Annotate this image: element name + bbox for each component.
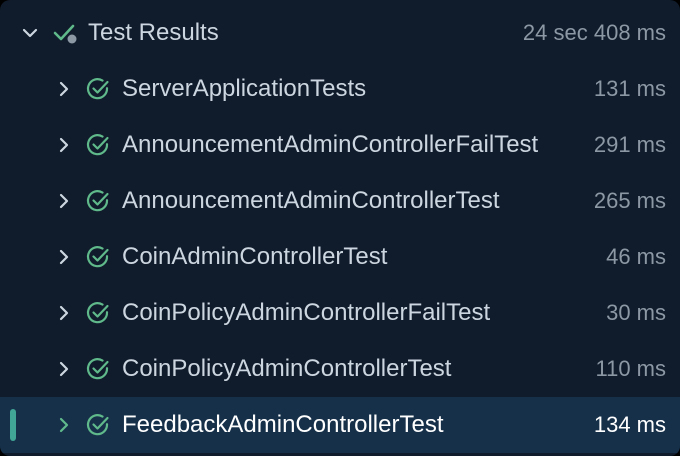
test-duration: 110 ms <box>595 356 666 381</box>
test-class-name: FeedbackAdminControllerTest <box>122 411 444 438</box>
test-class-row[interactable]: ServerApplicationTests 131 ms <box>0 61 680 117</box>
test-class-name: ServerApplicationTests <box>122 75 367 102</box>
chevron-down-icon[interactable] <box>18 21 42 45</box>
chevron-right-icon[interactable] <box>52 189 76 213</box>
test-duration: 131 ms <box>593 76 666 101</box>
test-results-title: Test Results <box>88 19 219 46</box>
chevron-right-icon[interactable] <box>52 245 76 269</box>
chevron-right-icon[interactable] <box>52 133 76 157</box>
check-circle-icon <box>86 133 110 157</box>
test-class-name: CoinPolicyAdminControllerTest <box>122 355 452 382</box>
test-class-name: CoinPolicyAdminControllerFailTest <box>122 299 491 326</box>
test-duration: 30 ms <box>606 300 666 325</box>
test-class-name: AnnouncementAdminControllerTest <box>122 187 500 214</box>
chevron-right-icon[interactable] <box>52 413 76 437</box>
check-circle-icon <box>86 77 110 101</box>
test-duration: 134 ms <box>593 412 666 437</box>
selection-indicator <box>10 409 16 441</box>
passed-suite-icon <box>52 21 77 45</box>
test-duration: 46 ms <box>606 244 666 269</box>
test-class-row[interactable]: AnnouncementAdminControllerTest 265 ms <box>0 173 680 229</box>
test-duration: 291 ms <box>593 132 666 157</box>
test-class-name: AnnouncementAdminControllerFailTest <box>122 131 539 158</box>
test-class-row[interactable]: CoinPolicyAdminControllerFailTest 30 ms <box>0 285 680 341</box>
chevron-right-icon[interactable] <box>52 77 76 101</box>
test-class-name: CoinAdminControllerTest <box>122 243 388 270</box>
check-circle-icon <box>86 357 110 381</box>
total-duration: 24 sec 408 ms <box>522 20 666 45</box>
test-class-row[interactable]: CoinPolicyAdminControllerTest 110 ms <box>0 341 680 397</box>
check-circle-icon <box>86 245 110 269</box>
chevron-right-icon[interactable] <box>52 357 76 381</box>
check-circle-icon <box>86 413 110 437</box>
test-class-row[interactable]: AnnouncementAdminControllerFailTest 291 … <box>0 117 680 173</box>
test-results-root-row[interactable]: Test Results 24 sec 408 ms <box>0 5 680 61</box>
check-circle-icon <box>86 189 110 213</box>
test-duration: 265 ms <box>593 188 666 213</box>
test-class-row[interactable]: CoinAdminControllerTest 46 ms <box>0 229 680 285</box>
chevron-right-icon[interactable] <box>52 301 76 325</box>
test-results-panel: Test Results 24 sec 408 ms ServerApplica… <box>0 0 680 456</box>
test-class-row-selected[interactable]: FeedbackAdminControllerTest 134 ms <box>0 397 680 453</box>
check-circle-icon <box>86 301 110 325</box>
